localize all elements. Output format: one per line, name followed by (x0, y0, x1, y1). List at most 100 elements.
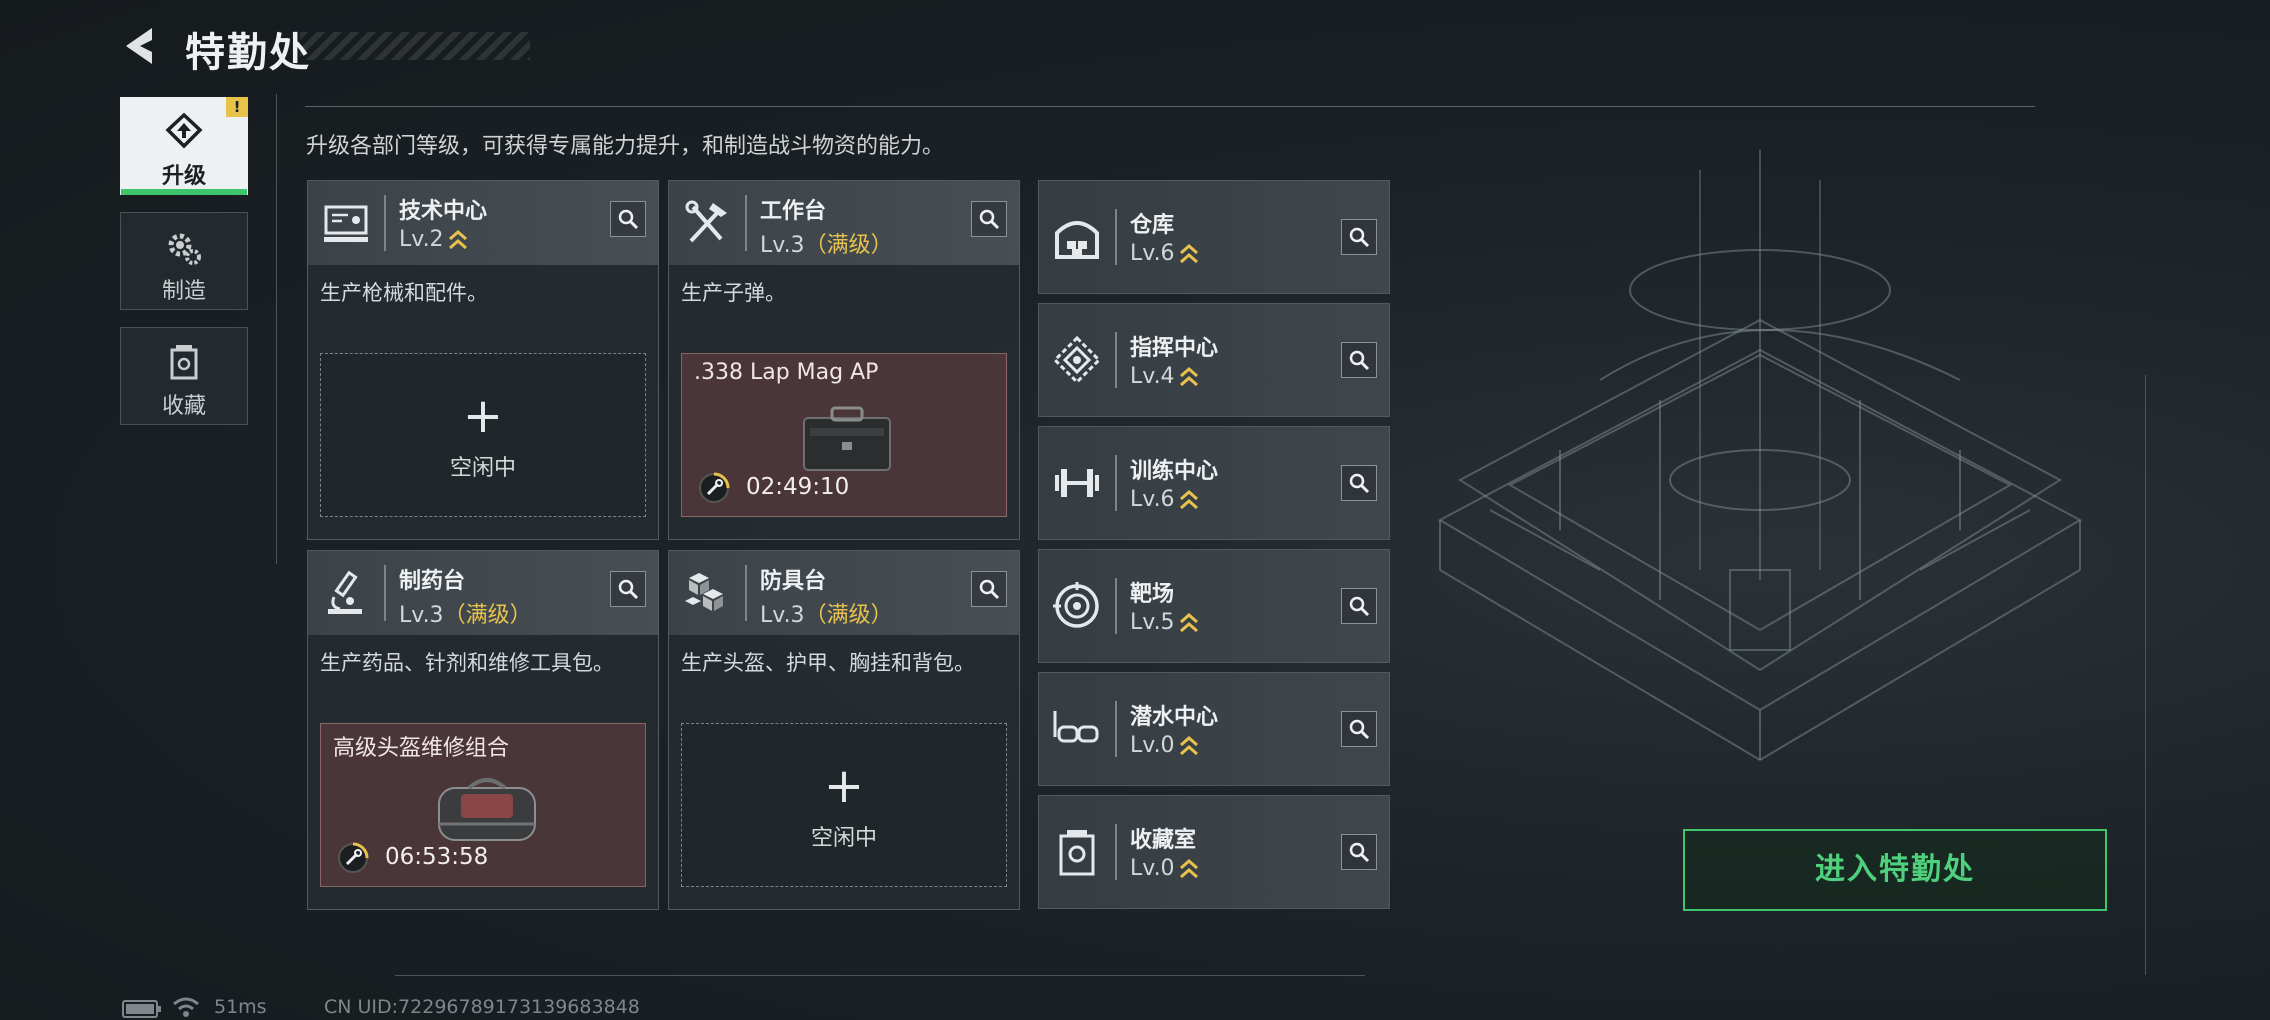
upgrade-available-chevron-icon (1179, 490, 1198, 510)
search-button[interactable] (1341, 342, 1377, 378)
department-level: Lv.0 (1130, 856, 1199, 881)
search-button[interactable] (971, 201, 1007, 237)
warehouse-icon (1055, 221, 1099, 259)
production-slot-empty[interactable]: + 空闲中 (320, 353, 646, 517)
back-button[interactable] (118, 22, 166, 70)
department-description: 生产药品、针剂和维修工具包。 (320, 651, 614, 675)
department-name: 潜水中心 (1130, 705, 1219, 730)
hud-line-left (276, 94, 277, 564)
department-card-tech-center[interactable]: 技术中心 Lv.2 生产枪械和配件。 + 空闲中 (307, 180, 659, 540)
ping-readout: 51ms (214, 996, 267, 1018)
repair-kit-bag-image (438, 778, 536, 841)
department-row-training-center[interactable]: 训练中心 Lv.6 (1038, 426, 1390, 540)
nav-label-upgrade: 升级 (161, 164, 206, 189)
search-button[interactable] (971, 571, 1007, 607)
collection-icon (170, 345, 198, 380)
command-center-icon (1052, 335, 1102, 385)
plus-icon: + (823, 758, 865, 814)
department-row-command-center[interactable]: 指挥中心 Lv.4 (1038, 303, 1390, 417)
plus-icon: + (462, 388, 504, 444)
nav-label-collection: 收藏 (161, 394, 206, 419)
department-name: 指挥中心 (1130, 336, 1219, 361)
magnifier-icon (1349, 719, 1370, 740)
upgrade-available-chevron-icon (1179, 859, 1198, 879)
computer-icon (324, 205, 368, 242)
department-level: Lv.5 (1130, 610, 1199, 635)
upgrade-icon (165, 112, 203, 149)
search-button[interactable] (1341, 219, 1377, 255)
department-level: Lv.3（满级） (760, 603, 893, 628)
nav-tab-upgrade[interactable]: ! 升级 (120, 97, 248, 195)
department-name: 制药台 (399, 569, 466, 594)
wrench-timer-icon (338, 842, 369, 873)
page-title: 特勤处 (185, 30, 311, 76)
page-description: 升级各部门等级，可获得专属能力提升，和制造战斗物资的能力。 (306, 134, 945, 159)
search-button[interactable] (1341, 834, 1377, 870)
wifi-icon (173, 997, 199, 1017)
diving-mask-icon (1053, 711, 1099, 743)
idle-label: 空闲中 (449, 456, 516, 481)
department-row-warehouse[interactable]: 仓库 Lv.6 (1038, 180, 1390, 294)
department-description: 生产头盔、护甲、胸挂和背包。 (681, 651, 975, 675)
department-description: 生产枪械和配件。 (320, 281, 488, 305)
nav-tab-collection[interactable]: 收藏 (120, 327, 248, 425)
enter-special-ops-button[interactable]: 进入特勤处 (1683, 829, 2107, 911)
hud-line-right (2145, 375, 2146, 975)
department-description: 生产子弹。 (681, 281, 786, 305)
search-button[interactable] (1341, 465, 1377, 501)
magnifier-icon (1349, 596, 1370, 617)
upgrade-available-chevron-icon (1179, 244, 1198, 264)
max-level-label: （满级） (804, 233, 893, 258)
upgrade-available-chevron-icon (1179, 613, 1198, 633)
department-level: Lv.0 (1130, 733, 1199, 758)
department-card-armor-bench[interactable]: 防具台 Lv.3（满级） 生产头盔、护甲、胸挂和背包。 + 空闲中 (668, 550, 1020, 910)
tools-icon (685, 200, 727, 243)
department-level: Lv.6 (1130, 241, 1199, 266)
magnifier-icon (1349, 227, 1370, 248)
battery-icon (122, 1000, 161, 1018)
department-name: 收藏室 (1130, 828, 1197, 853)
armor-boxes-icon (685, 573, 723, 611)
collection-icon (1059, 830, 1095, 876)
department-name: 仓库 (1130, 213, 1175, 238)
department-name: 防具台 (760, 569, 827, 594)
produced-item-name: .338 Lap Mag AP (694, 360, 879, 385)
target-icon (1053, 582, 1099, 628)
department-level: Lv.6 (1130, 487, 1199, 512)
search-button[interactable] (1341, 588, 1377, 624)
upgrade-available-chevron-icon (1179, 367, 1198, 387)
search-button[interactable] (610, 571, 646, 607)
nav-label-craft: 制造 (161, 279, 206, 304)
magnifier-icon (1349, 842, 1370, 863)
production-slot-active[interactable]: .338 Lap Mag AP 02:49:10 (681, 353, 1007, 517)
department-row-collection-room[interactable]: 收藏室 Lv.0 (1038, 795, 1390, 909)
department-card-workbench[interactable]: 工作台 Lv.3（满级） 生产子弹。 .338 Lap Mag AP 02:49… (668, 180, 1020, 540)
magnifier-icon (618, 579, 639, 600)
magnifier-icon (1349, 350, 1370, 371)
produced-item-name: 高级头盔维修组合 (333, 736, 510, 761)
base-wireframe-illustration (1437, 150, 2083, 762)
divider-line (305, 106, 2035, 107)
department-card-pharmacy[interactable]: 制药台 Lv.3（满级） 生产药品、针剂和维修工具包。 高级头盔维修组合 06:… (307, 550, 659, 910)
search-button[interactable] (610, 201, 646, 237)
magnifier-icon (979, 209, 1000, 230)
back-arrow-icon (126, 28, 152, 64)
department-row-shooting-range[interactable]: 靶场 Lv.5 (1038, 549, 1390, 663)
production-slot-active[interactable]: 高级头盔维修组合 06:53:58 (320, 723, 646, 887)
dumbbell-icon (1055, 469, 1099, 497)
magnifier-icon (618, 209, 639, 230)
production-timer: 06:53:58 (385, 844, 489, 870)
department-row-diving-center[interactable]: 潜水中心 Lv.0 (1038, 672, 1390, 786)
magnifier-icon (1349, 473, 1370, 494)
magnifier-icon (979, 579, 1000, 600)
wrench-timer-icon (699, 472, 730, 503)
department-level: Lv.2 (399, 227, 468, 252)
upgrade-available-chevron-icon (1179, 736, 1198, 756)
upgrade-available-chevron-icon (448, 230, 467, 250)
nav-tab-craft[interactable]: 制造 (120, 212, 248, 310)
search-button[interactable] (1341, 711, 1377, 747)
max-level-label: （满级） (804, 603, 893, 628)
department-name: 靶场 (1130, 582, 1175, 607)
title-decoration (300, 32, 530, 60)
production-slot-empty[interactable]: + 空闲中 (681, 723, 1007, 887)
